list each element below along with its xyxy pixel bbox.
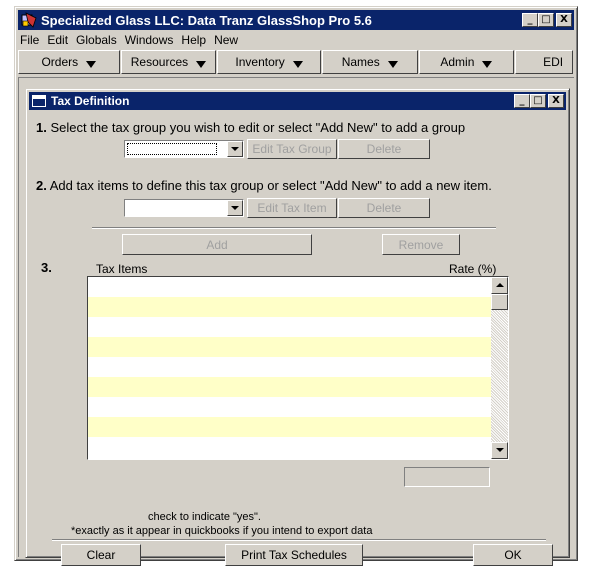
rate-total-field — [404, 467, 490, 487]
toolbar-resources-button[interactable]: Resources — [120, 50, 217, 74]
child-minimize-button[interactable]: _ — [514, 94, 530, 108]
rate-column-header: Rate (%) — [449, 262, 497, 276]
chevron-down-icon[interactable] — [227, 200, 243, 216]
toolbar-inventory-label: Inventory — [235, 55, 285, 69]
ok-button[interactable]: OK — [473, 544, 553, 566]
chevron-down-icon[interactable] — [227, 141, 243, 157]
note-quickbooks: *exactly as it appear in quickbooks if y… — [71, 525, 373, 537]
toolbar-inventory-button[interactable]: Inventory — [217, 50, 321, 74]
tax-items-column-header: Tax Items — [96, 262, 148, 276]
print-tax-schedules-label: Print Tax Schedules — [241, 548, 347, 562]
toolbar-edi-button[interactable]: EDI — [515, 50, 574, 74]
step3-number: 3. — [41, 260, 52, 275]
vertical-scrollbar[interactable] — [491, 277, 508, 459]
chevron-down-icon — [292, 60, 303, 68]
remove-button[interactable]: Remove — [382, 234, 460, 255]
table-row[interactable] — [88, 317, 491, 337]
add-label: Add — [206, 237, 228, 252]
toolbar-admin-label: Admin — [440, 55, 475, 69]
menu-file[interactable]: File — [18, 33, 43, 47]
edit-tax-item-button[interactable]: Edit Tax Item — [247, 198, 337, 218]
step3-label: 3. — [41, 260, 52, 275]
mdi-workspace: Tax Definition _ □ X 1. Select the tax g… — [18, 77, 574, 566]
scroll-thumb[interactable] — [491, 294, 508, 310]
step1-number: 1. — [36, 120, 47, 135]
menu-windows[interactable]: Windows — [121, 33, 178, 47]
app-icon[interactable] — [21, 12, 37, 28]
chevron-down-icon — [387, 60, 398, 68]
maximize-button[interactable]: □ — [538, 13, 554, 27]
menu-new[interactable]: New — [210, 33, 242, 47]
close-button[interactable]: X — [556, 13, 572, 27]
step1-instruction: 1. Select the tax group you wish to edit… — [36, 120, 465, 135]
delete-tax-item-label: Delete — [366, 201, 402, 215]
menu-edit[interactable]: Edit — [43, 33, 72, 47]
table-row[interactable] — [88, 397, 491, 417]
step2-instruction: 2. Add tax items to define this tax grou… — [36, 178, 492, 193]
note-check-yes: check to indicate "yes". — [148, 511, 261, 523]
tax-item-combo[interactable] — [124, 199, 244, 217]
main-window: Specialized Glass LLC: Data Tranz GlassS… — [14, 6, 578, 566]
table-row[interactable] — [88, 357, 491, 377]
toolbar-orders-label: Orders — [41, 55, 79, 69]
toolbar: Orders Resources Inventory Names Admin E… — [18, 50, 574, 74]
table-row[interactable] — [88, 417, 491, 437]
tax-items-rows — [88, 277, 491, 459]
step2-number: 2. — [36, 178, 47, 193]
table-row[interactable] — [88, 437, 491, 457]
table-row[interactable] — [88, 377, 491, 397]
app-title-bar[interactable]: Specialized Glass LLC: Data Tranz GlassS… — [18, 10, 574, 30]
toolbar-admin-button[interactable]: Admin — [418, 50, 515, 74]
remove-label: Remove — [398, 237, 444, 252]
toolbar-resources-label: Resources — [130, 55, 189, 69]
tax-definition-title-bar[interactable]: Tax Definition _ □ X — [29, 92, 566, 110]
menu-help[interactable]: Help — [177, 33, 210, 47]
dialog-title: Tax Definition — [51, 94, 130, 108]
chevron-down-icon — [196, 60, 207, 68]
app-title: Specialized Glass LLC: Data Tranz GlassS… — [41, 12, 372, 28]
delete-tax-group-label: Delete — [366, 142, 402, 156]
footer-separator — [52, 539, 546, 541]
tax-definition-window: Tax Definition _ □ X 1. Select the tax g… — [25, 88, 570, 566]
window-icon — [32, 95, 46, 107]
print-tax-schedules-button[interactable]: Print Tax Schedules — [225, 544, 363, 566]
add-button[interactable]: Add — [122, 234, 312, 255]
step2-text: Add tax items to define this tax group o… — [49, 178, 492, 193]
edit-tax-group-button[interactable]: Edit Tax Group — [247, 139, 337, 159]
clear-button[interactable]: Clear — [61, 544, 141, 566]
delete-tax-item-button[interactable]: Delete — [338, 198, 430, 218]
toolbar-orders-button[interactable]: Orders — [18, 50, 120, 74]
child-close-button[interactable]: X — [548, 94, 564, 108]
menu-globals[interactable]: Globals — [72, 33, 121, 47]
minimize-button[interactable]: _ — [522, 13, 538, 27]
clear-label: Clear — [86, 548, 116, 562]
toolbar-edi-label: EDI — [543, 55, 564, 69]
edit-tax-item-label: Edit Tax Item — [257, 201, 327, 215]
scroll-up-icon[interactable] — [491, 277, 508, 294]
delete-tax-group-button[interactable]: Delete — [338, 139, 430, 159]
scroll-down-icon[interactable] — [491, 442, 508, 459]
toolbar-names-label: Names — [341, 55, 380, 69]
toolbar-names-button[interactable]: Names — [321, 50, 418, 74]
chevron-down-icon — [86, 60, 97, 68]
table-row[interactable] — [88, 297, 491, 317]
edit-tax-group-label: Edit Tax Group — [252, 142, 332, 156]
focus-rectangle — [127, 143, 217, 155]
chevron-down-icon — [482, 60, 493, 68]
ok-label: OK — [504, 548, 522, 562]
table-row[interactable] — [88, 277, 491, 297]
table-row[interactable] — [88, 337, 491, 357]
child-maximize-button[interactable]: □ — [530, 94, 546, 108]
separator — [92, 227, 496, 229]
step1-text: Select the tax group you wish to edit or… — [50, 120, 466, 135]
tax-group-combo[interactable] — [124, 140, 244, 158]
menu-bar: File Edit Globals Windows Help New — [18, 31, 574, 49]
tax-items-list[interactable] — [87, 276, 509, 460]
